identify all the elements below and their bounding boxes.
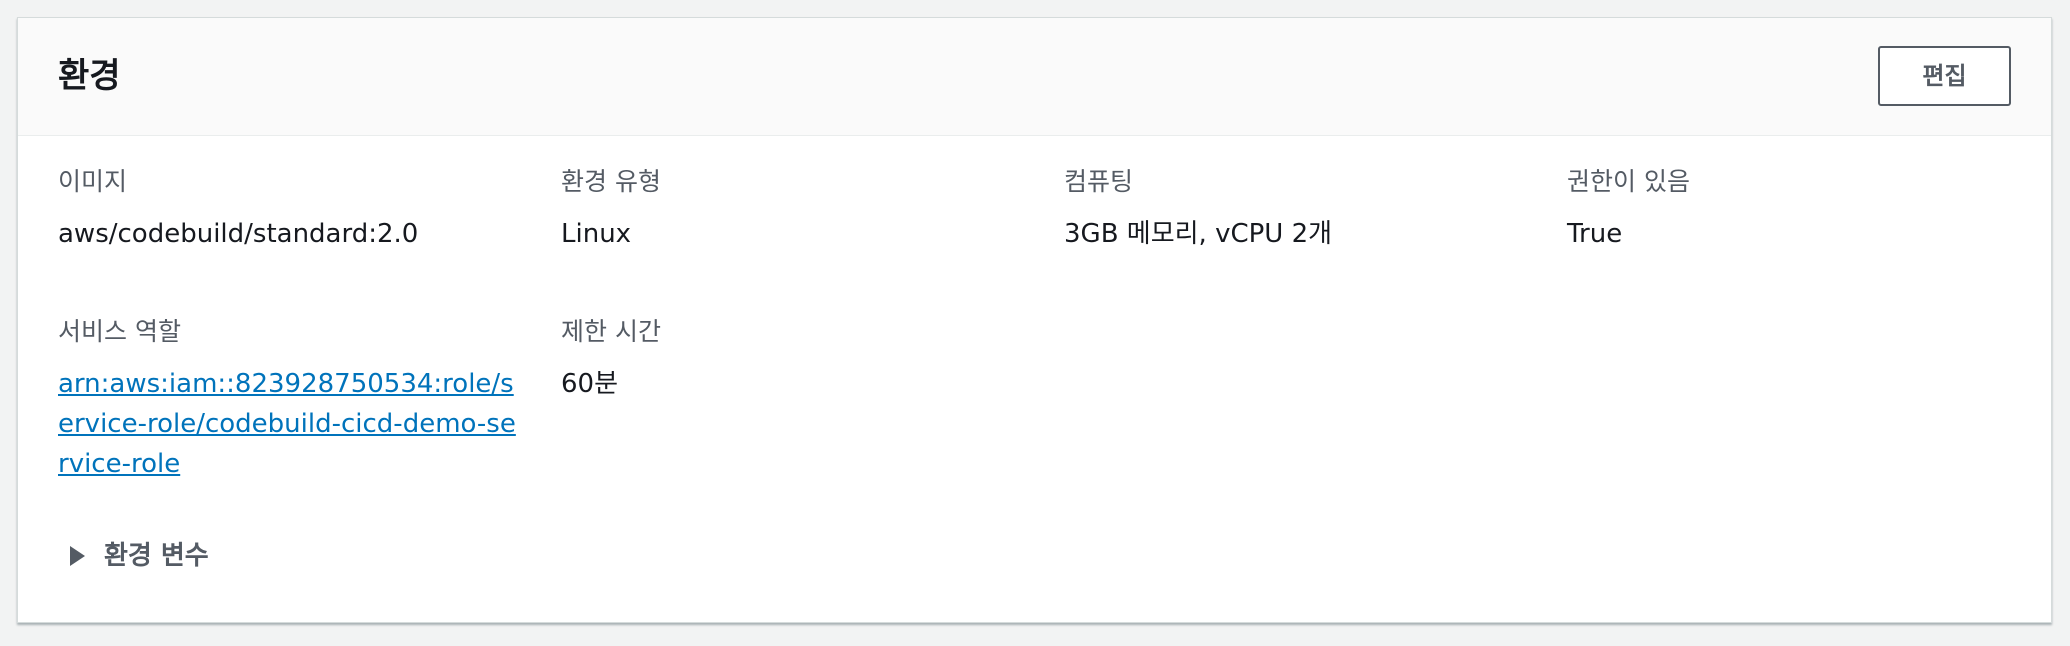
edit-button[interactable]: 편집 <box>1878 46 2011 106</box>
environment-panel: 환경 편집 이미지 aws/codebuild/standard:2.0 환경 … <box>17 17 2052 623</box>
environment-variables-label: 환경 변수 <box>104 541 209 571</box>
caret-right-icon <box>70 546 85 566</box>
field-label-image: 이미지 <box>58 167 128 196</box>
field-privileged: 권한이 있음 True <box>1567 164 2037 254</box>
field-compute: 컴퓨팅 3GB 메모리, vCPU 2개 <box>1064 164 1534 254</box>
environment-variables-expander[interactable]: 환경 변수 <box>70 536 209 576</box>
field-image: 이미지 aws/codebuild/standard:2.0 <box>58 164 528 254</box>
service-role-link[interactable]: arn:aws:iam::823928750534:role/service-r… <box>58 364 520 484</box>
field-value-environment-type: Linux <box>561 219 632 249</box>
field-environment-type: 환경 유형 Linux <box>561 164 1031 254</box>
panel-header: 환경 편집 <box>18 18 2051 136</box>
field-service-role: 서비스 역할 arn:aws:iam::823928750534:role/se… <box>58 314 528 484</box>
field-value-timeout: 60분 <box>561 369 619 399</box>
field-label-privileged: 권한이 있음 <box>1567 167 1690 196</box>
field-timeout: 제한 시간 60분 <box>561 314 1031 404</box>
field-label-environment-type: 환경 유형 <box>561 167 661 196</box>
field-label-timeout: 제한 시간 <box>561 317 661 346</box>
field-value-compute: 3GB 메모리, vCPU 2개 <box>1064 219 1333 249</box>
field-value-privileged: True <box>1567 219 1623 249</box>
field-value-image: aws/codebuild/standard:2.0 <box>58 219 419 249</box>
field-label-compute: 컴퓨팅 <box>1064 167 1134 196</box>
panel-title: 환경 <box>58 56 121 96</box>
field-label-service-role: 서비스 역할 <box>58 317 181 346</box>
